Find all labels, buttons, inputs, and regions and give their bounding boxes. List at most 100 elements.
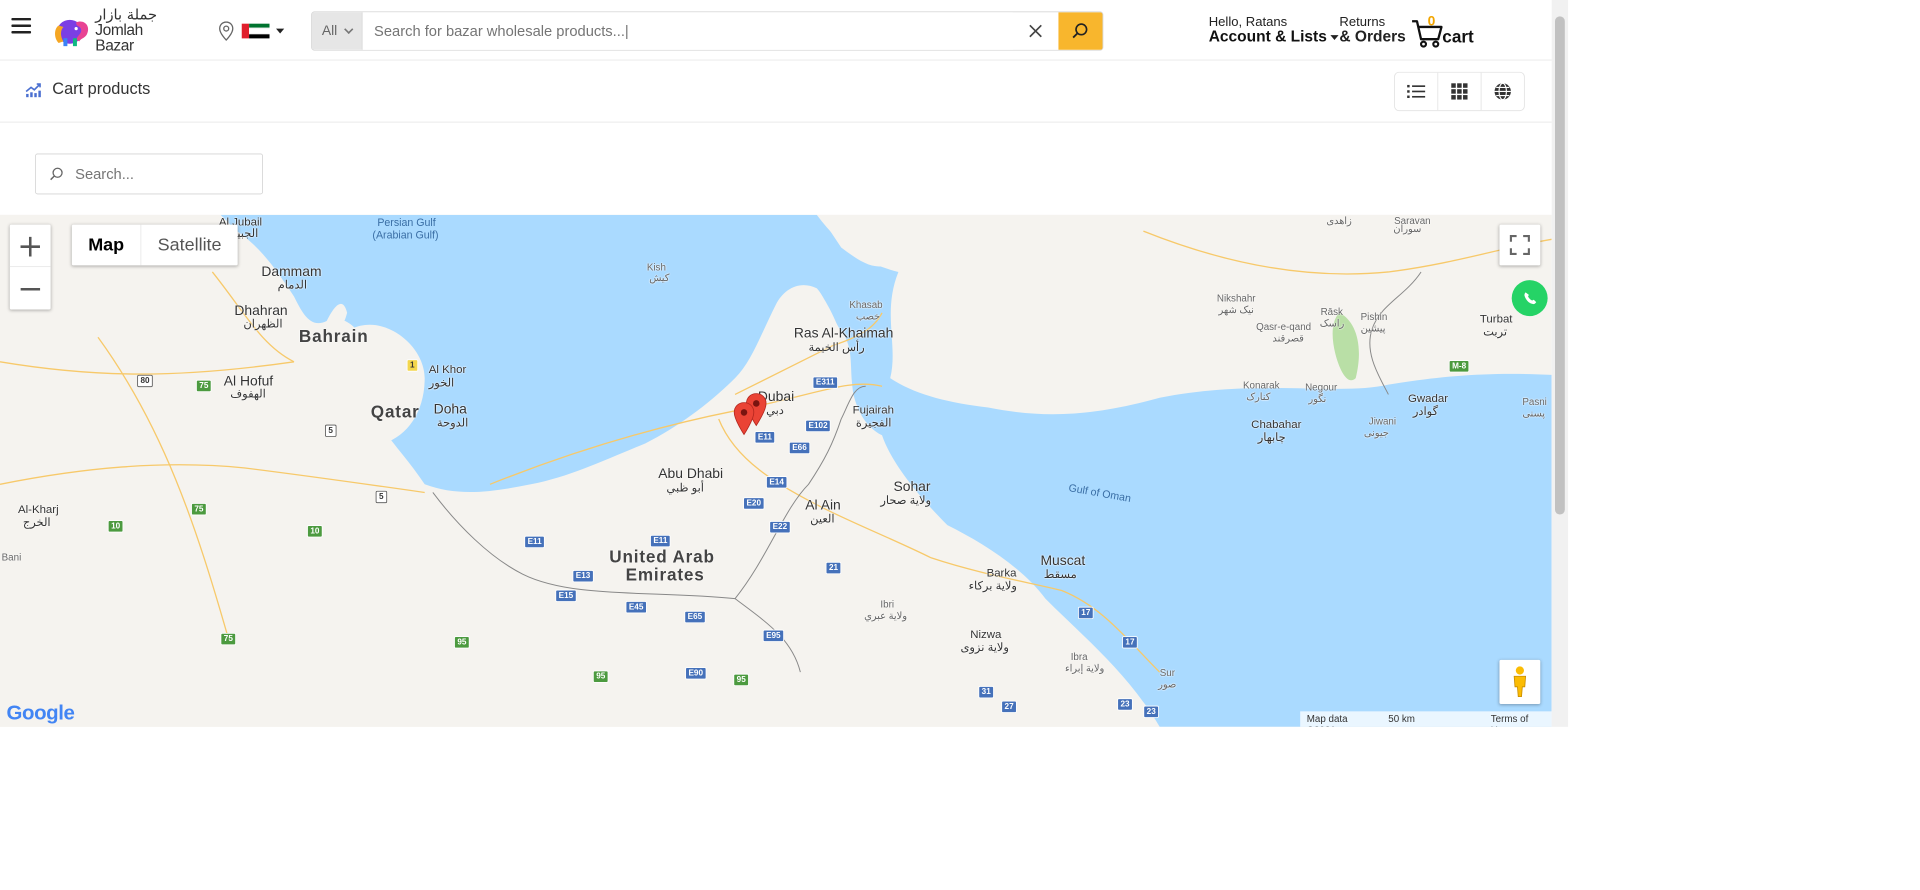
- map-view-button[interactable]: [1481, 73, 1523, 111]
- map-label-chabahar-ar: چابهار: [1257, 430, 1286, 444]
- map-label-khasab-ar: خصب: [855, 310, 881, 322]
- road-shield: M-8: [1448, 360, 1470, 373]
- map-label-nikshahr: Nikshahr: [1216, 292, 1256, 304]
- location-marker-pin[interactable]: [733, 402, 755, 436]
- cart-button[interactable]: 0 cart: [1411, 13, 1476, 49]
- road-shield: 23: [1117, 698, 1133, 711]
- page-title-text: Cart products: [52, 80, 151, 99]
- hamburger-menu-icon[interactable]: [11, 17, 32, 34]
- page-toolbar: Cart products: [0, 60, 1552, 123]
- road-shield: 21: [825, 561, 842, 575]
- map-scale[interactable]: 50 km: [1382, 711, 1484, 727]
- map-label-ibri-ar: ولاية عبري: [864, 610, 907, 622]
- orders-label: & Orders: [1339, 28, 1406, 46]
- map-label-konarak-ar: کنارک: [1246, 391, 1271, 403]
- map-label-nikshahr-ar: نیک شهر: [1218, 303, 1254, 316]
- logo-arabic-text: جملة بازار: [95, 6, 158, 24]
- site-logo[interactable]: جملة بازار Jomlah Bazar: [52, 8, 183, 54]
- road-shield: E65: [684, 610, 706, 624]
- map-label-arabian-gulf: (Arabian Gulf): [372, 228, 439, 241]
- location-pin-icon: [219, 21, 234, 41]
- map-label-al-khor: Al Khor: [428, 362, 467, 376]
- map-scale-label: 50 km: [1388, 712, 1415, 725]
- logo-english-text: Jomlah Bazar: [95, 22, 143, 55]
- map-label-sur-ar: صور: [1158, 678, 1177, 691]
- road-shield: E11: [754, 431, 776, 444]
- search-submit-button[interactable]: [1058, 12, 1103, 50]
- whatsapp-icon: [1524, 292, 1537, 305]
- view-toggle-group: [1394, 71, 1525, 112]
- road-shield: E14: [766, 476, 788, 489]
- google-map[interactable]: Al Jubail الجبيل Persian Gulf (Arabian G…: [0, 214, 1552, 727]
- account-greeting: Hello, Ratans: [1208, 15, 1288, 30]
- pegman-icon: [1513, 666, 1527, 698]
- map-label-sur: Sur: [1159, 667, 1175, 679]
- map-label-jiwani-ar: جیونی: [1363, 427, 1389, 439]
- map-label-gwadar: Gwadar: [1407, 391, 1449, 405]
- product-search-input[interactable]: [362, 12, 1013, 50]
- globe-icon: [1494, 82, 1511, 101]
- country-selector[interactable]: [219, 21, 285, 41]
- search-icon: [1072, 23, 1088, 39]
- road-shield: E45: [625, 601, 647, 614]
- search-icon: [50, 167, 63, 181]
- street-view-pegman[interactable]: [1499, 659, 1541, 704]
- clear-search-button[interactable]: [1013, 12, 1059, 50]
- chevron-down-icon: [276, 28, 285, 34]
- map-label-pasni-ar: پسنی: [1522, 407, 1545, 419]
- map-type-satellite-button[interactable]: Satellite: [141, 225, 238, 266]
- map-label-barka: Barka: [986, 565, 1017, 580]
- zoom-out-button[interactable]: −: [10, 267, 51, 309]
- map-label-khasab: Khasab: [849, 298, 883, 311]
- search-category-select[interactable]: All: [311, 12, 363, 50]
- road-shield: 95: [592, 670, 609, 683]
- map-label-pishin: Pishin: [1360, 311, 1388, 323]
- map-label-turbat: Turbat: [1479, 311, 1513, 326]
- road-shield: E13: [572, 570, 594, 583]
- road-shield: 75: [191, 503, 207, 516]
- map-label-ibra: Ibra: [1070, 650, 1088, 663]
- map-label-ras-al-khaimah-ar: رأس الخيمة: [808, 340, 865, 354]
- grid-view-button[interactable]: [1438, 72, 1482, 111]
- returns-label: Returns: [1339, 15, 1386, 30]
- map-label-ibra-ar: ولاية إبراء: [1064, 662, 1105, 674]
- road-shield: 23: [1143, 705, 1159, 718]
- road-shield: 95: [454, 636, 470, 649]
- map-search-input[interactable]: [75, 165, 255, 183]
- road-shield: 75: [220, 632, 237, 646]
- uae-flag-icon: [241, 23, 270, 39]
- road-shield: 1: [406, 359, 418, 372]
- list-view-button[interactable]: [1395, 72, 1439, 111]
- map-label-jiwani: Jiwani: [1368, 415, 1397, 428]
- whatsapp-chat-button[interactable]: [1511, 280, 1548, 317]
- map-label-fujairah: Fujairah: [852, 402, 894, 416]
- map-label-sohar-ar: ولاية صحار: [880, 493, 932, 507]
- map-label-qasr-e-qand: Qasr-e-qand: [1256, 320, 1312, 333]
- scrollbar-thumb[interactable]: [1554, 16, 1565, 515]
- road-shield: 31: [978, 686, 995, 699]
- road-shield: 5: [375, 490, 387, 504]
- elephant-logo-icon: [55, 19, 89, 47]
- road-shield: E20: [743, 497, 765, 510]
- account-menu[interactable]: Hello, Ratans Account & Lists: [1209, 16, 1339, 45]
- map-label-uae-line1: United Arab: [609, 548, 715, 567]
- map-type-map-button[interactable]: Map: [72, 224, 142, 266]
- map-search-field[interactable]: [35, 153, 263, 195]
- road-shield: E11: [650, 534, 671, 548]
- chevron-down-icon: [344, 24, 354, 35]
- returns-orders-link[interactable]: Returns & Orders: [1339, 16, 1405, 45]
- map-label-nizwa: Nizwa: [970, 627, 1002, 641]
- road-shield: 10: [107, 520, 124, 533]
- page-scrollbar[interactable]: [1551, 0, 1569, 727]
- terms-of-use-link[interactable]: Terms of Use: [1484, 711, 1552, 727]
- map-label-al-hofuf-ar: الهفوف: [230, 387, 266, 401]
- map-label-ras-al-khaimah: Ras Al-Khaimah: [793, 325, 894, 341]
- map-label-al-kharj: Al-Kharj: [17, 502, 59, 516]
- road-shield: 17: [1122, 636, 1138, 649]
- fullscreen-button[interactable]: [1499, 224, 1541, 266]
- map-label-dammam-ar: الدمام: [277, 277, 308, 291]
- zoom-in-button[interactable]: +: [9, 225, 51, 268]
- google-logo: Google: [7, 702, 75, 726]
- road-shield: E311: [812, 376, 838, 389]
- map-label-rask-ar: راسک: [1319, 317, 1345, 330]
